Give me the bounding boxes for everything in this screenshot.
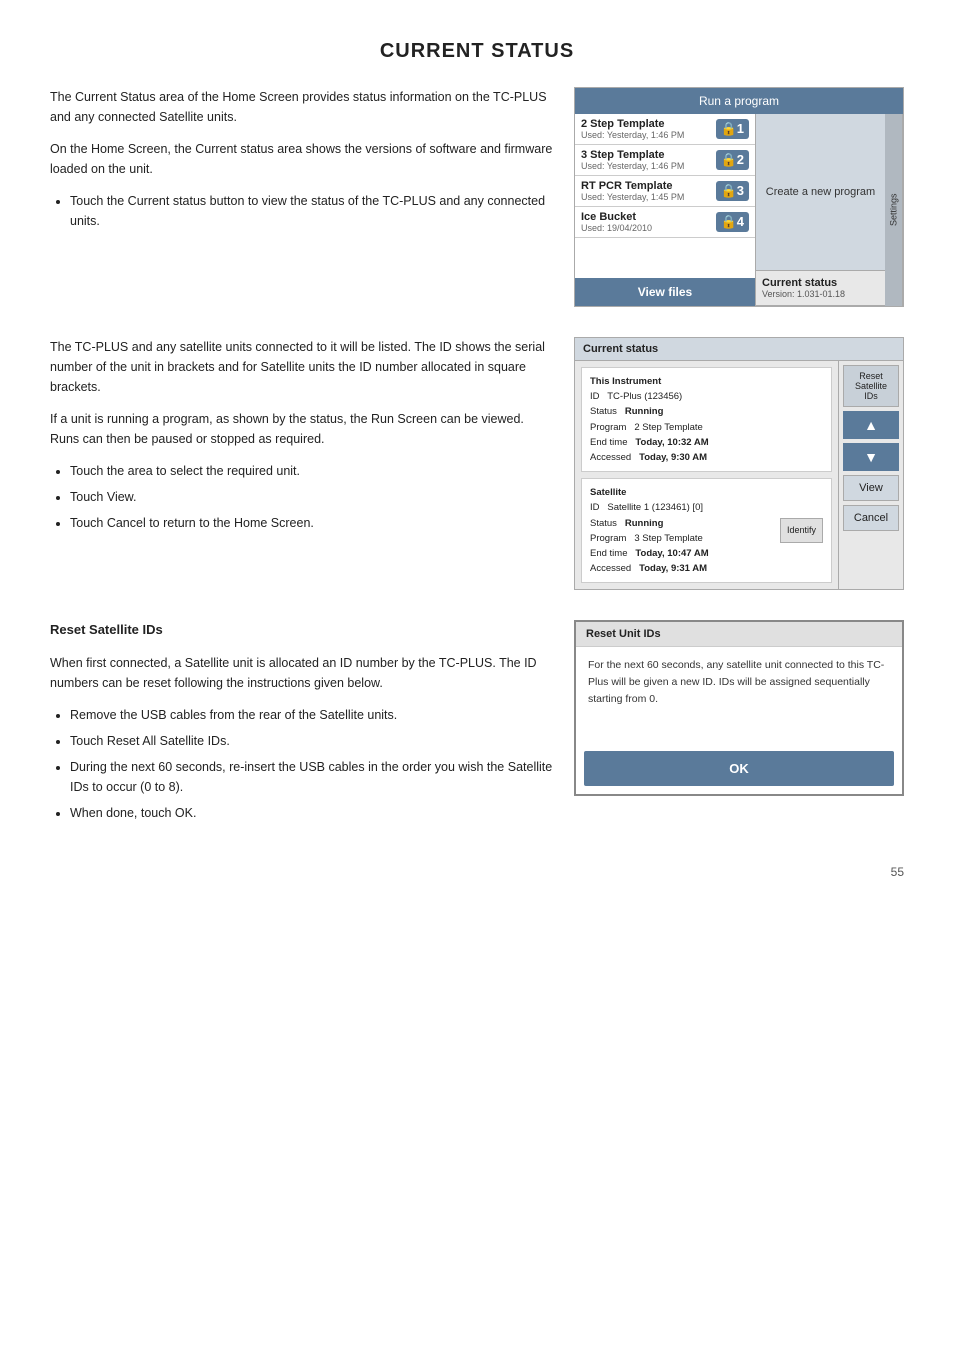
section2-para1: The TC-PLUS and any satellite units conn… (50, 337, 554, 397)
reset-unit-ids-screen: Reset Unit IDs For the next 60 seconds, … (574, 620, 904, 796)
view-files-button[interactable]: View files (575, 278, 755, 306)
section2-para2: If a unit is running a program, as shown… (50, 409, 554, 449)
page-number: 55 (50, 865, 904, 879)
list-item[interactable]: 2 Step Template Used: Yesterday, 1:46 PM… (575, 114, 755, 145)
reset-screen-header: Reset Unit IDs (576, 622, 902, 647)
intro-para1: The Current Status area of the Home Scre… (50, 87, 554, 127)
reset-satellite-ids-button[interactable]: Reset Satellite IDs (843, 365, 899, 407)
settings-tab[interactable]: Settings (885, 114, 903, 306)
page-title: CURRENT STATUS (50, 40, 904, 63)
reset-bullet4: When done, touch OK. (70, 803, 554, 823)
list-item[interactable]: Ice Bucket Used: 19/04/2010 🔒4 (575, 207, 755, 238)
run-program-bar: Run a program (575, 88, 903, 114)
section2-bullet1: Touch the area to select the required un… (70, 461, 554, 481)
reset-bullet1: Remove the USB cables from the rear of t… (70, 705, 554, 725)
up-arrow-button[interactable]: ▲ (843, 411, 899, 439)
cs-right-buttons: Reset Satellite IDs ▲ ▼ View Cancel (838, 361, 903, 589)
cancel-button[interactable]: Cancel (843, 505, 899, 531)
ok-button[interactable]: OK (584, 751, 894, 786)
identify-button[interactable]: Identify (780, 518, 823, 542)
instrument-info-box: This Instrument ID TC-Plus (123456) Stat… (581, 367, 832, 472)
current-status-panel[interactable]: Current status Version: 1.031-01.18 (756, 271, 885, 306)
intro-para2: On the Home Screen, the Current status a… (50, 139, 554, 179)
reset-bullet2: Touch Reset All Satellite IDs. (70, 731, 554, 751)
reset-screen-body: For the next 60 seconds, any satellite u… (576, 647, 902, 747)
reset-bullet3: During the next 60 seconds, re-insert th… (70, 757, 554, 797)
cs-screen-header: Current status (575, 338, 903, 361)
reset-section-heading: Reset Satellite IDs (50, 620, 554, 641)
satellite-info-box: Satellite ID Satellite 1 (123461) [0] St… (581, 478, 832, 583)
home-screen-mockup: Run a program 2 Step Template Used: Yest… (574, 87, 904, 307)
intro-bullet1: Touch the Current status button to view … (70, 191, 554, 231)
section2-bullet2: Touch View. (70, 487, 554, 507)
current-status-screen-mockup: Current status This Instrument ID TC-Plu… (574, 337, 904, 590)
section2-bullet3: Touch Cancel to return to the Home Scree… (70, 513, 554, 533)
program-list: 2 Step Template Used: Yesterday, 1:46 PM… (575, 114, 755, 306)
list-item[interactable]: 3 Step Template Used: Yesterday, 1:46 PM… (575, 145, 755, 176)
list-item[interactable]: RT PCR Template Used: Yesterday, 1:45 PM… (575, 176, 755, 207)
reset-para1: When first connected, a Satellite unit i… (50, 653, 554, 693)
create-new-program-button[interactable]: Create a new program (756, 114, 885, 271)
view-button[interactable]: View (843, 475, 899, 501)
down-arrow-button[interactable]: ▼ (843, 443, 899, 471)
